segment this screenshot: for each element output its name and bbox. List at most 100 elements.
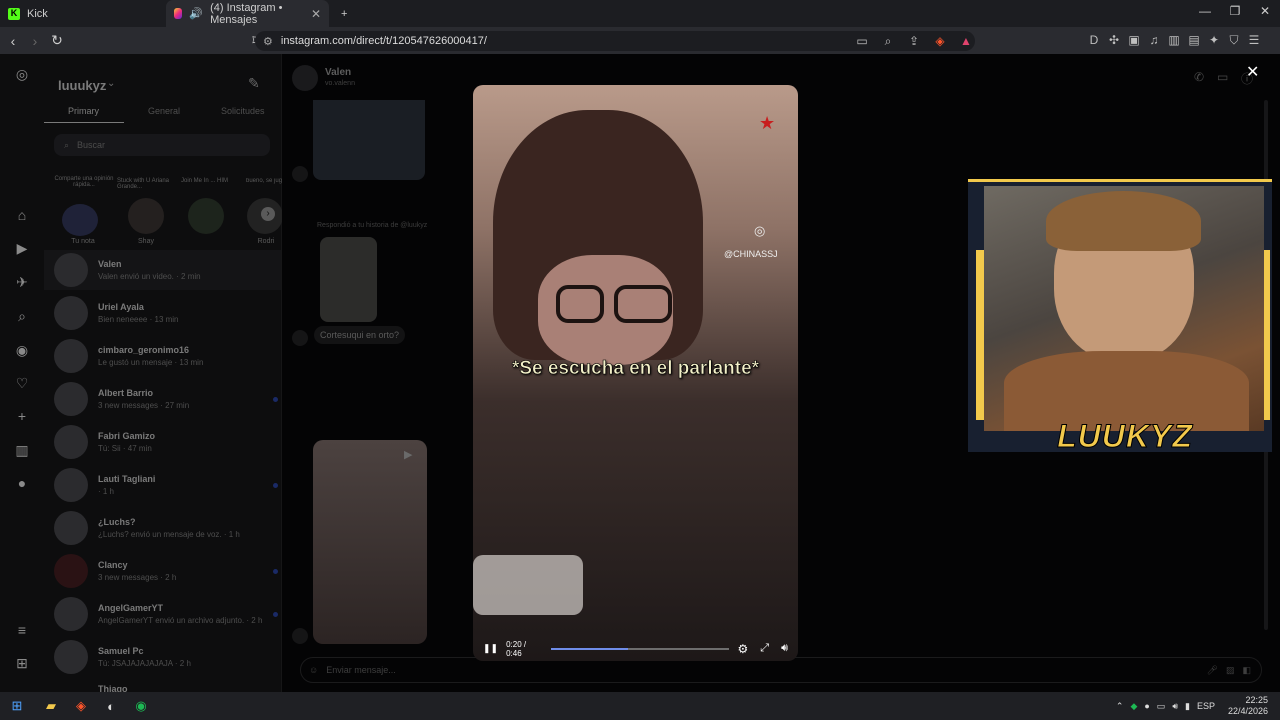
brave-shield-icon[interactable]: ◈ — [931, 34, 949, 48]
search-icon[interactable]: ⌕ — [12, 308, 32, 328]
unread-dot — [273, 611, 278, 617]
messages-icon[interactable]: ✈ — [12, 274, 32, 294]
forward-icon[interactable]: › — [24, 33, 46, 49]
tab-primary[interactable]: Primary — [68, 106, 99, 116]
conversation-item[interactable]: Fabri Gamizo Tú: Sii · 47 min — [54, 422, 278, 462]
sender-avatar — [292, 330, 308, 346]
speaker-icon[interactable]: 🔊︎ — [1172, 701, 1178, 712]
sidebar-toggle-icon[interactable]: ▥ — [1165, 33, 1183, 48]
conversation-preview: Tú: JSAJAJAJAJAJA · 2 h — [98, 659, 191, 668]
sender-avatar — [292, 628, 308, 644]
conversation-item[interactable]: ¿Luchs? ¿Luchs? envió un mensaje de voz. … — [54, 508, 278, 548]
notifications-icon[interactable]: ♡ — [12, 375, 32, 395]
apps-icon[interactable]: ⊞ — [12, 655, 32, 675]
conversation-item[interactable]: cimbaro_geronimo16 Le gustó un mensaje · … — [54, 336, 278, 376]
create-icon[interactable]: + — [12, 408, 32, 428]
conversation-item[interactable]: Samuel Pc Tú: JSAJAJAJAJAJA · 2 h — [54, 637, 278, 677]
avatar — [54, 597, 88, 631]
extension-d-icon[interactable]: D — [1085, 33, 1103, 48]
message-bubble: Cortesuqui en orto? — [314, 326, 406, 344]
address-bar[interactable]: ⚙ instagram.com/direct/t/120547626000417… — [255, 31, 975, 51]
close-viewer-icon[interactable]: ✕ — [1246, 62, 1259, 82]
avatar — [54, 468, 88, 502]
note-avatar[interactable] — [188, 198, 224, 234]
taskbar: ⊞ ▰ ◈ ◐ ◉ — [0, 692, 1280, 720]
back-icon[interactable]: ‹ — [2, 33, 24, 49]
windows-start-icon[interactable]: ⊞ — [2, 698, 32, 714]
tab-kick[interactable]: K Kick — [0, 0, 165, 27]
close-tab-icon[interactable]: ✕ — [311, 7, 321, 21]
tab-general[interactable]: General — [148, 106, 180, 116]
username[interactable]: luuukyz — [58, 78, 106, 93]
previous-media-message[interactable] — [313, 100, 425, 180]
minimize-icon[interactable]: — — [1190, 4, 1220, 18]
settings-icon[interactable]: ⚙ — [737, 642, 748, 656]
puzzle-icon[interactable]: ✣ — [1105, 33, 1123, 48]
conversation-name[interactable]: Thiago — [98, 684, 128, 692]
pause-icon[interactable]: ❚❚ — [483, 643, 498, 654]
video-call-icon[interactable]: ▭ — [1217, 70, 1228, 84]
site-info-icon[interactable]: ⚙ — [263, 35, 273, 48]
conversation-item[interactable]: Lauti Tagliani · 1 h — [54, 465, 278, 505]
conversation-item[interactable]: Valen Valen envió un video. · 2 min — [54, 250, 278, 290]
conversation-item[interactable]: Uriel Ayala Bien neneeee · 13 min — [54, 293, 278, 333]
brave-rewards-icon[interactable]: ▲ — [957, 34, 975, 48]
microphone-icon[interactable]: 🎤︎ — [1207, 665, 1218, 676]
clock-date[interactable]: 22/4/2026 — [1228, 706, 1268, 717]
brave-browser-icon[interactable]: ◈ — [66, 698, 96, 714]
unread-dot — [273, 482, 278, 488]
sticker-icon[interactable]: ◧ — [1242, 665, 1251, 676]
search-input[interactable]: ⌕ Buscar — [54, 134, 270, 156]
leo-icon[interactable]: ✦ — [1205, 33, 1223, 48]
screenshot-icon[interactable]: ▣ — [1125, 33, 1143, 48]
language-indicator[interactable]: ESP — [1197, 701, 1215, 711]
emoji-icon[interactable]: ☺ — [309, 665, 318, 675]
media-icon[interactable]: ♫ — [1145, 33, 1163, 48]
dashboard-icon[interactable]: ▥ — [12, 442, 32, 462]
contact-avatar[interactable] — [292, 65, 318, 91]
clock-time[interactable]: 22:25 — [1228, 695, 1268, 706]
new-message-icon[interactable]: ✎ — [248, 75, 260, 92]
zoom-icon[interactable]: ⌕ — [879, 34, 897, 49]
profile-avatar[interactable]: ● — [12, 475, 32, 495]
instagram-logo-icon[interactable]: ◎ — [12, 66, 32, 86]
battery-icon[interactable]: ▮ — [1185, 701, 1190, 712]
home-icon[interactable]: ⌂ — [12, 207, 32, 227]
reload-icon[interactable]: ↻ — [46, 32, 68, 49]
conversation-item[interactable]: Clancy 3 new messages · 2 h — [54, 551, 278, 591]
wallet-icon[interactable]: ▤ — [1185, 33, 1203, 48]
share-icon[interactable]: ⇪ — [905, 34, 923, 48]
spotify-icon[interactable]: ◉ — [126, 698, 156, 714]
note-avatar[interactable] — [62, 204, 98, 236]
tab-requests[interactable]: Solicitudes — [221, 106, 265, 116]
image-icon[interactable]: ▨ — [1226, 665, 1235, 676]
chevron-down-icon[interactable]: ⌄ — [107, 78, 115, 89]
tab-instagram[interactable]: 🔊 (4) Instagram • Mensajes ✕ — [166, 0, 329, 27]
story-thumbnail[interactable] — [320, 237, 377, 322]
contact-name[interactable]: Valen — [325, 67, 351, 78]
volume-icon[interactable]: 🔊︎ — [781, 642, 788, 655]
phone-icon[interactable]: ✆ — [1194, 70, 1204, 84]
chevron-right-icon[interactable]: › — [261, 207, 275, 221]
close-window-icon[interactable]: ✕ — [1250, 4, 1280, 18]
explore-icon[interactable]: ◉ — [12, 342, 32, 362]
reels-icon[interactable]: ▶ — [12, 240, 32, 260]
tray-app-icon[interactable]: ◆ — [1130, 701, 1137, 712]
note-avatar[interactable] — [128, 198, 164, 234]
file-explorer-icon[interactable]: ▰ — [36, 698, 66, 714]
progress-bar[interactable] — [551, 647, 730, 650]
network-icon[interactable]: ▭ — [1157, 701, 1166, 712]
fullscreen-icon[interactable]: ⤢ — [760, 642, 769, 655]
conversation-item[interactable]: AngelGamerYT AngelGamerYT envió un archiv… — [54, 594, 278, 634]
microphone-icon[interactable]: ● — [1144, 701, 1149, 711]
vpn-icon[interactable]: ⛉ — [1225, 33, 1243, 48]
restore-icon[interactable]: ❐ — [1220, 4, 1250, 18]
conversation-item[interactable]: Albert Barrio 3 new messages · 27 min — [54, 379, 278, 419]
menu-icon[interactable]: ☰ — [1245, 33, 1263, 48]
video-message-thumbnail[interactable] — [313, 440, 427, 644]
new-tab-button[interactable]: + — [333, 0, 355, 27]
cast-icon[interactable]: ▭ — [853, 34, 871, 48]
more-menu-icon[interactable]: ≡ — [12, 622, 32, 642]
app-icon[interactable]: ◐ — [96, 699, 126, 714]
chevron-up-icon[interactable]: ⌃ — [1116, 701, 1124, 712]
